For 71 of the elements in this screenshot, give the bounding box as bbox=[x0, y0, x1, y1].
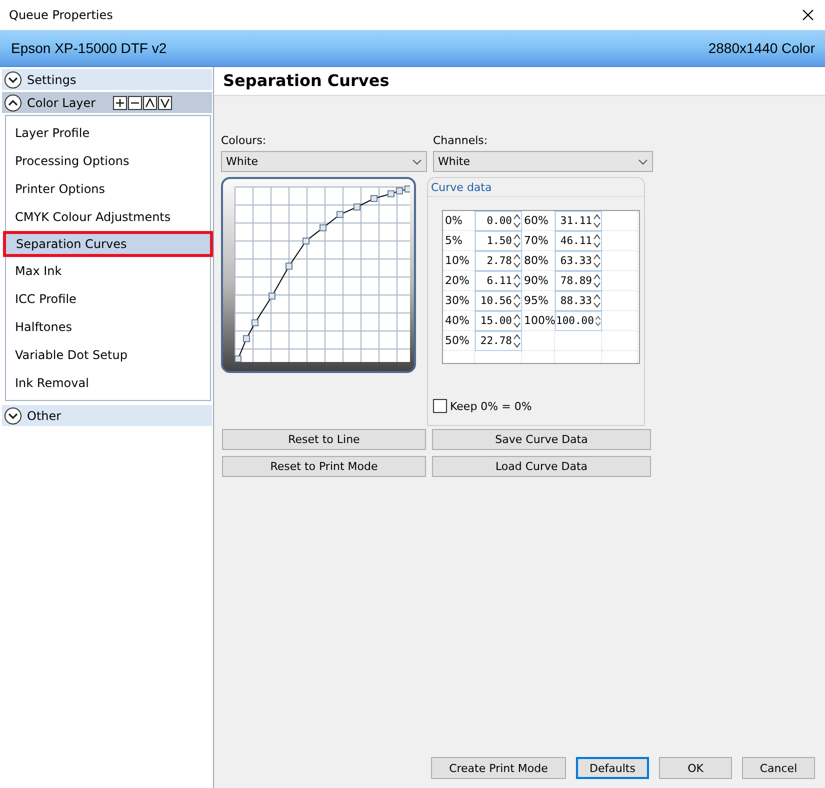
sidebar-item[interactable]: Processing Options bbox=[3, 147, 213, 175]
value-spinner[interactable]: 88.33 bbox=[555, 291, 602, 311]
sidebar-item[interactable]: Printer Options bbox=[3, 175, 213, 203]
value-spinner[interactable]: 0.00 bbox=[475, 211, 522, 231]
plus-icon[interactable] bbox=[112, 96, 127, 110]
section-header[interactable]: Other bbox=[2, 405, 212, 426]
section-header[interactable]: Settings bbox=[2, 69, 212, 90]
sidebar-item[interactable]: ICC Profile bbox=[3, 285, 213, 313]
curve-graph[interactable] bbox=[221, 177, 416, 373]
value-spinner[interactable]: 6.11 bbox=[475, 271, 522, 291]
curve-button[interactable]: Save Curve Data bbox=[432, 429, 651, 450]
spinner-arrows-icon[interactable] bbox=[593, 253, 601, 269]
colours-label: Colours: bbox=[221, 134, 268, 147]
caret-up-icon[interactable] bbox=[142, 96, 157, 110]
spinner-arrows-icon[interactable] bbox=[513, 273, 521, 289]
colours-dropdown[interactable]: White bbox=[221, 151, 427, 172]
value-spinner[interactable]: 46.11 bbox=[555, 231, 602, 251]
printer-name: Epson XP-15000 DTF v2 bbox=[11, 40, 167, 56]
spinner-arrows-icon[interactable] bbox=[593, 233, 601, 249]
window-title: Queue Properties bbox=[9, 8, 113, 22]
channels-label: Channels: bbox=[433, 134, 489, 147]
group-title: Curve data bbox=[428, 178, 644, 197]
sidebar-item[interactable]: Ink Removal bbox=[3, 369, 213, 397]
curve-button[interactable]: Reset to Print Mode bbox=[222, 456, 426, 477]
dialog-button[interactable]: Cancel bbox=[742, 757, 815, 779]
value-spinner[interactable]: 22.78 bbox=[475, 331, 522, 351]
spinner-arrows-icon[interactable] bbox=[513, 333, 521, 349]
channels-dropdown[interactable]: White bbox=[433, 151, 653, 172]
spinner-arrows-icon[interactable] bbox=[513, 213, 521, 229]
sidebar-item[interactable]: Separation Curves bbox=[3, 231, 213, 257]
empty-table-cell bbox=[602, 331, 638, 351]
spinner-arrows-icon[interactable] bbox=[513, 293, 521, 309]
spinner-arrows-icon[interactable] bbox=[513, 313, 521, 329]
spinner-arrows-icon[interactable] bbox=[593, 293, 601, 309]
collapse-icon[interactable] bbox=[4, 94, 22, 112]
value-spinner[interactable]: 78.89 bbox=[555, 271, 602, 291]
chevron-down-icon bbox=[638, 158, 648, 164]
value-spinner[interactable]: 1.50 bbox=[475, 231, 522, 251]
sidebar-item[interactable]: Layer Profile bbox=[3, 119, 213, 147]
dialog-button[interactable]: Defaults bbox=[576, 757, 649, 779]
caret-down-icon[interactable] bbox=[158, 96, 172, 110]
minus-icon[interactable] bbox=[128, 96, 142, 110]
value-spinner[interactable]: 100.00 bbox=[555, 311, 602, 331]
print-mode-label: 2880x1440 Color bbox=[708, 40, 815, 56]
checkbox-label: Keep 0% = 0% bbox=[450, 400, 532, 412]
sidebar-item[interactable]: Variable Dot Setup bbox=[3, 341, 213, 369]
curve-button[interactable]: Reset to Line bbox=[222, 429, 426, 450]
sidebar-item[interactable]: CMYK Colour Adjustments bbox=[3, 203, 213, 231]
page-title: Separation Curves bbox=[214, 67, 825, 96]
sidebar-item[interactable]: Max Ink bbox=[3, 257, 213, 285]
spinner-arrows-icon[interactable] bbox=[513, 253, 521, 269]
spinner-arrows-icon[interactable] bbox=[593, 213, 601, 229]
spinner-arrows-icon[interactable] bbox=[594, 313, 601, 329]
value-spinner[interactable]: 15.00 bbox=[475, 311, 522, 331]
section-header[interactable]: Color Layer bbox=[2, 92, 212, 113]
dialog-button[interactable]: Create Print Mode bbox=[431, 757, 566, 779]
empty-table-cell bbox=[555, 331, 602, 351]
spinner-arrows-icon[interactable] bbox=[513, 233, 521, 249]
value-spinner[interactable]: 2.78 bbox=[475, 251, 522, 271]
close-icon[interactable] bbox=[802, 9, 814, 21]
expand-icon[interactable] bbox=[4, 406, 22, 424]
curve-button[interactable]: Load Curve Data bbox=[432, 456, 651, 477]
chevron-down-icon bbox=[412, 158, 422, 164]
value-spinner[interactable]: 10.56 bbox=[475, 291, 522, 311]
expand-icon[interactable] bbox=[4, 70, 22, 88]
dialog-button[interactable]: OK bbox=[659, 757, 732, 779]
checkbox[interactable] bbox=[433, 399, 447, 413]
value-spinner[interactable]: 63.33 bbox=[555, 251, 602, 271]
spinner-arrows-icon[interactable] bbox=[593, 273, 601, 289]
value-spinner[interactable]: 31.11 bbox=[555, 211, 602, 231]
sidebar-item[interactable]: Halftones bbox=[3, 313, 213, 341]
